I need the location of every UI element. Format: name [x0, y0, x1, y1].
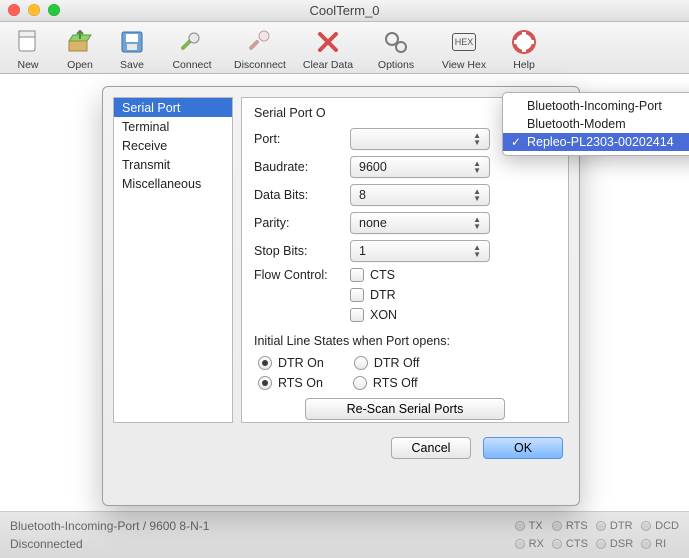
status-connection: Bluetooth-Incoming-Port / 9600 8-N-1: [10, 517, 209, 535]
led-tx: TX: [515, 520, 544, 532]
select-arrows-icon: ▲▼: [473, 244, 481, 258]
help-lifering-icon: [510, 28, 538, 56]
led-dot-icon: [596, 539, 606, 549]
toolbar-connect-button[interactable]: Connect: [162, 27, 222, 71]
window-close-button[interactable]: [8, 4, 20, 16]
port-dropdown-menu[interactable]: Bluetooth-Incoming-Port Bluetooth-Modem …: [502, 92, 689, 156]
status-bar: Bluetooth-Incoming-Port / 9600 8-N-1 Dis…: [0, 512, 689, 558]
port-option-repleo[interactable]: Repleo-PL2303-00202414: [503, 133, 689, 151]
window-minimize-button[interactable]: [28, 4, 40, 16]
select-arrows-icon: ▲▼: [473, 188, 481, 202]
toolbar-viewhex-button[interactable]: HEX View Hex: [434, 27, 494, 71]
stopbits-label: Stop Bits:: [254, 244, 350, 258]
select-arrows-icon: ▲▼: [473, 216, 481, 230]
category-serial-port[interactable]: Serial Port: [114, 98, 232, 117]
toolbar-options-button[interactable]: Options: [366, 27, 426, 71]
xon-checkbox-label: XON: [370, 308, 397, 322]
floppy-save-icon: [118, 28, 146, 56]
cancel-button[interactable]: Cancel: [391, 437, 471, 459]
rescan-button[interactable]: Re-Scan Serial Ports: [305, 398, 505, 420]
category-receive[interactable]: Receive: [114, 136, 232, 155]
rts-off-radio[interactable]: [353, 376, 367, 390]
port-label: Port:: [254, 132, 350, 146]
led-rx: RX: [515, 538, 544, 550]
databits-label: Data Bits:: [254, 188, 350, 202]
options-category-list[interactable]: Serial Port Terminal Receive Transmit Mi…: [113, 97, 233, 423]
led-dot-icon: [641, 539, 651, 549]
hex-icon: HEX: [452, 33, 476, 51]
led-dtr: DTR: [596, 520, 633, 532]
gears-icon: [381, 28, 411, 56]
stopbits-select[interactable]: 1 ▲▼: [350, 240, 490, 262]
dtr-checkbox-label: DTR: [370, 288, 396, 302]
toolbar-clear-button[interactable]: Clear Data: [298, 27, 358, 71]
connect-icon: [177, 28, 207, 56]
led-dot-icon: [515, 539, 525, 549]
cts-checkbox[interactable]: [350, 268, 364, 282]
options-dialog: Serial Port Terminal Receive Transmit Mi…: [102, 86, 580, 506]
led-dot-icon: [515, 521, 525, 531]
serial-port-panel: Serial Port O Port: ▲▼ Baudrate: 9600 ▲▼: [241, 97, 569, 423]
led-dot-icon: [552, 521, 562, 531]
toolbar-save-button[interactable]: Save: [110, 27, 154, 71]
baudrate-label: Baudrate:: [254, 160, 350, 174]
rts-on-radio[interactable]: [258, 376, 272, 390]
led-dot-icon: [641, 521, 651, 531]
category-transmit[interactable]: Transmit: [114, 155, 232, 174]
toolbar: New Open Save Connect Disconnect Clear D…: [0, 22, 689, 74]
port-option-bt-incoming[interactable]: Bluetooth-Incoming-Port: [503, 97, 689, 115]
led-rts: RTS: [552, 520, 588, 532]
ok-button[interactable]: OK: [483, 437, 563, 459]
flowcontrol-label: Flow Control:: [254, 268, 350, 282]
folder-open-icon: [65, 27, 95, 57]
port-select[interactable]: ▲▼: [350, 128, 490, 150]
select-arrows-icon: ▲▼: [473, 160, 481, 174]
status-leds: TX RX RTS CTS DTR DSR DCD RI: [515, 520, 679, 550]
toolbar-disconnect-button[interactable]: Disconnect: [230, 27, 290, 71]
window-title: CoolTerm_0: [309, 3, 379, 18]
led-ri: RI: [641, 538, 679, 550]
led-dot-icon: [552, 539, 562, 549]
databits-select[interactable]: 8 ▲▼: [350, 184, 490, 206]
led-dsr: DSR: [596, 538, 633, 550]
toolbar-help-button[interactable]: Help: [502, 27, 546, 71]
parity-select[interactable]: none ▲▼: [350, 212, 490, 234]
window-zoom-button[interactable]: [48, 4, 60, 16]
dtr-off-radio[interactable]: [354, 356, 368, 370]
initial-states-title: Initial Line States when Port opens:: [254, 334, 556, 348]
toolbar-new-button[interactable]: New: [6, 27, 50, 71]
dtr-on-radio[interactable]: [258, 356, 272, 370]
toolbar-open-button[interactable]: Open: [58, 27, 102, 71]
select-arrows-icon: ▲▼: [473, 132, 481, 146]
led-cts: CTS: [552, 538, 588, 550]
clear-x-icon: [314, 28, 342, 56]
category-miscellaneous[interactable]: Miscellaneous: [114, 174, 232, 193]
led-dcd: DCD: [641, 520, 679, 532]
parity-label: Parity:: [254, 216, 350, 230]
dtr-checkbox[interactable]: [350, 288, 364, 302]
category-terminal[interactable]: Terminal: [114, 117, 232, 136]
status-state: Disconnected: [10, 535, 209, 553]
document-area: Serial Port Terminal Receive Transmit Mi…: [0, 74, 689, 512]
baudrate-select[interactable]: 9600 ▲▼: [350, 156, 490, 178]
file-new-icon: [15, 27, 41, 57]
disconnect-icon: [245, 28, 275, 56]
xon-checkbox[interactable]: [350, 308, 364, 322]
cts-checkbox-label: CTS: [370, 268, 395, 282]
port-option-bt-modem[interactable]: Bluetooth-Modem: [503, 115, 689, 133]
titlebar: CoolTerm_0: [0, 0, 689, 22]
led-dot-icon: [596, 521, 606, 531]
